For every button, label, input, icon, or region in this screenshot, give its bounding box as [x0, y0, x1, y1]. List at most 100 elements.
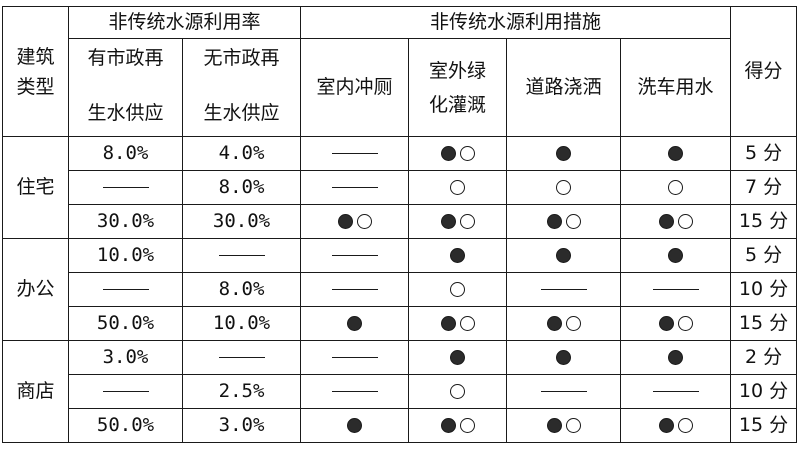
without-municipal-cell: 8.0% [181, 272, 302, 307]
car-wash-mark [668, 248, 684, 263]
road-spray-mark [546, 418, 581, 433]
without-municipal-cell: 3.0% [181, 408, 302, 443]
indoor-flush-mark-dash-icon [331, 187, 378, 188]
table-row: 8.0% 10 分 [3, 272, 798, 307]
filled-circle-icon [668, 248, 684, 263]
header-row-group: 建筑 类型 非传统水源利用率 非传统水源利用措施 得分 [2, 6, 798, 137]
car-wash-mark [668, 146, 684, 161]
filled-circle-icon [556, 146, 572, 161]
with-municipal-dash-icon [102, 187, 149, 188]
header-usage-rate-group: 非传统水源利用率 [67, 6, 302, 39]
filled-circle-icon [546, 214, 562, 229]
outdoor-green-mark [440, 214, 475, 229]
outdoor-green-mark [450, 384, 466, 399]
table-row: 8.0% 7 分 [3, 170, 798, 205]
score-cell: 7 分 [730, 170, 798, 205]
indoor-flush-mark-dash-icon [331, 255, 378, 256]
filled-circle-icon [546, 316, 562, 331]
filled-circle-icon [337, 214, 353, 229]
header-row-sub: 有市政再 生水供应 无市政再 生水供应 室内冲厕 室外绿 化灌溉 道路浇洒 洗车… [3, 38, 797, 137]
header-score: 得分 [730, 6, 798, 137]
score-cell: 10 分 [730, 272, 798, 307]
indoor-flush-cell [300, 136, 410, 171]
open-circle-icon [459, 316, 475, 331]
outdoor-green-cell [408, 272, 508, 307]
filled-circle-icon [668, 146, 684, 161]
without-municipal-cell: 30.0% [181, 204, 302, 239]
road-spray-mark-dash-icon [540, 391, 587, 392]
road-spray-mark [556, 248, 572, 263]
filled-circle-icon [658, 316, 674, 331]
score-cell: 10 分 [730, 374, 798, 409]
table-row: 50.0% 10.0% 15 分 [3, 306, 798, 341]
open-circle-icon [459, 214, 475, 229]
car-wash-mark-dash-icon [652, 289, 699, 290]
header-with-municipal-line-2: 生水供应 [87, 102, 164, 124]
road-spray-mark-dash-icon [540, 289, 587, 290]
header-with-municipal: 有市政再 生水供应 [68, 38, 183, 137]
indoor-flush-mark [347, 316, 363, 331]
with-municipal-cell: 3.0% [68, 340, 183, 375]
header-without-municipal: 无市政再 生水供应 [181, 38, 302, 137]
car-wash-cell [620, 374, 732, 409]
outdoor-green-cell [408, 238, 508, 273]
outdoor-green-mark [450, 248, 466, 263]
with-municipal-cell: 10.0% [68, 238, 183, 273]
filled-circle-icon [546, 418, 562, 433]
indoor-flush-cell [300, 204, 410, 239]
without-municipal-cell: 10.0% [181, 306, 302, 341]
score-cell: 5 分 [730, 136, 798, 171]
open-circle-icon [459, 146, 475, 161]
indoor-flush-cell [300, 408, 410, 443]
building-type-cell: 住宅 [2, 136, 69, 239]
header-with-municipal-line-1: 有市政再 [87, 47, 164, 69]
filled-circle-icon [440, 146, 456, 161]
open-circle-icon [556, 180, 572, 195]
header-car-wash: 洗车用水 [620, 38, 732, 137]
road-spray-cell [506, 204, 622, 239]
car-wash-mark [668, 180, 684, 195]
open-circle-icon [677, 316, 693, 331]
outdoor-green-mark [440, 316, 475, 331]
with-municipal-cell [68, 170, 183, 205]
indoor-flush-mark-dash-icon [331, 357, 378, 358]
without-municipal-dash-icon [218, 357, 265, 358]
outdoor-green-mark [450, 180, 466, 195]
road-spray-mark [556, 350, 572, 365]
open-circle-icon [668, 180, 684, 195]
without-municipal-cell: 4.0% [181, 136, 302, 171]
indoor-flush-cell [300, 238, 410, 273]
outdoor-green-cell [408, 374, 508, 409]
outdoor-green-mark [450, 350, 466, 365]
without-municipal-cell: 8.0% [181, 170, 302, 205]
indoor-flush-mark-dash-icon [331, 153, 378, 154]
car-wash-cell [620, 238, 732, 273]
road-spray-cell [506, 408, 622, 443]
outdoor-green-cell [408, 340, 508, 375]
open-circle-icon [565, 418, 581, 433]
road-spray-mark [556, 146, 572, 161]
outdoor-green-mark [450, 282, 466, 297]
header-without-municipal-line-1: 无市政再 [203, 47, 280, 69]
road-spray-cell [506, 306, 622, 341]
header-outdoor-green: 室外绿 化灌溉 [408, 38, 508, 137]
score-cell: 15 分 [730, 204, 798, 239]
road-spray-mark [546, 214, 581, 229]
header-building-type-line-1: 建筑 [16, 45, 55, 68]
filled-circle-icon [450, 350, 466, 365]
table-row: 办公 10.0% 5 分 [2, 238, 798, 341]
road-spray-cell [506, 374, 622, 409]
filled-circle-icon [347, 418, 363, 433]
car-wash-cell [620, 408, 732, 443]
with-municipal-cell: 50.0% [68, 408, 183, 443]
road-spray-cell [506, 136, 622, 171]
indoor-flush-mark-dash-icon [331, 289, 378, 290]
building-type-cell: 商店 [2, 340, 69, 443]
road-spray-cell [506, 340, 622, 375]
car-wash-mark [668, 350, 684, 365]
car-wash-cell [620, 306, 732, 341]
score-cell: 15 分 [730, 306, 798, 341]
filled-circle-icon [556, 248, 572, 263]
open-circle-icon [565, 214, 581, 229]
road-spray-cell [506, 170, 622, 205]
